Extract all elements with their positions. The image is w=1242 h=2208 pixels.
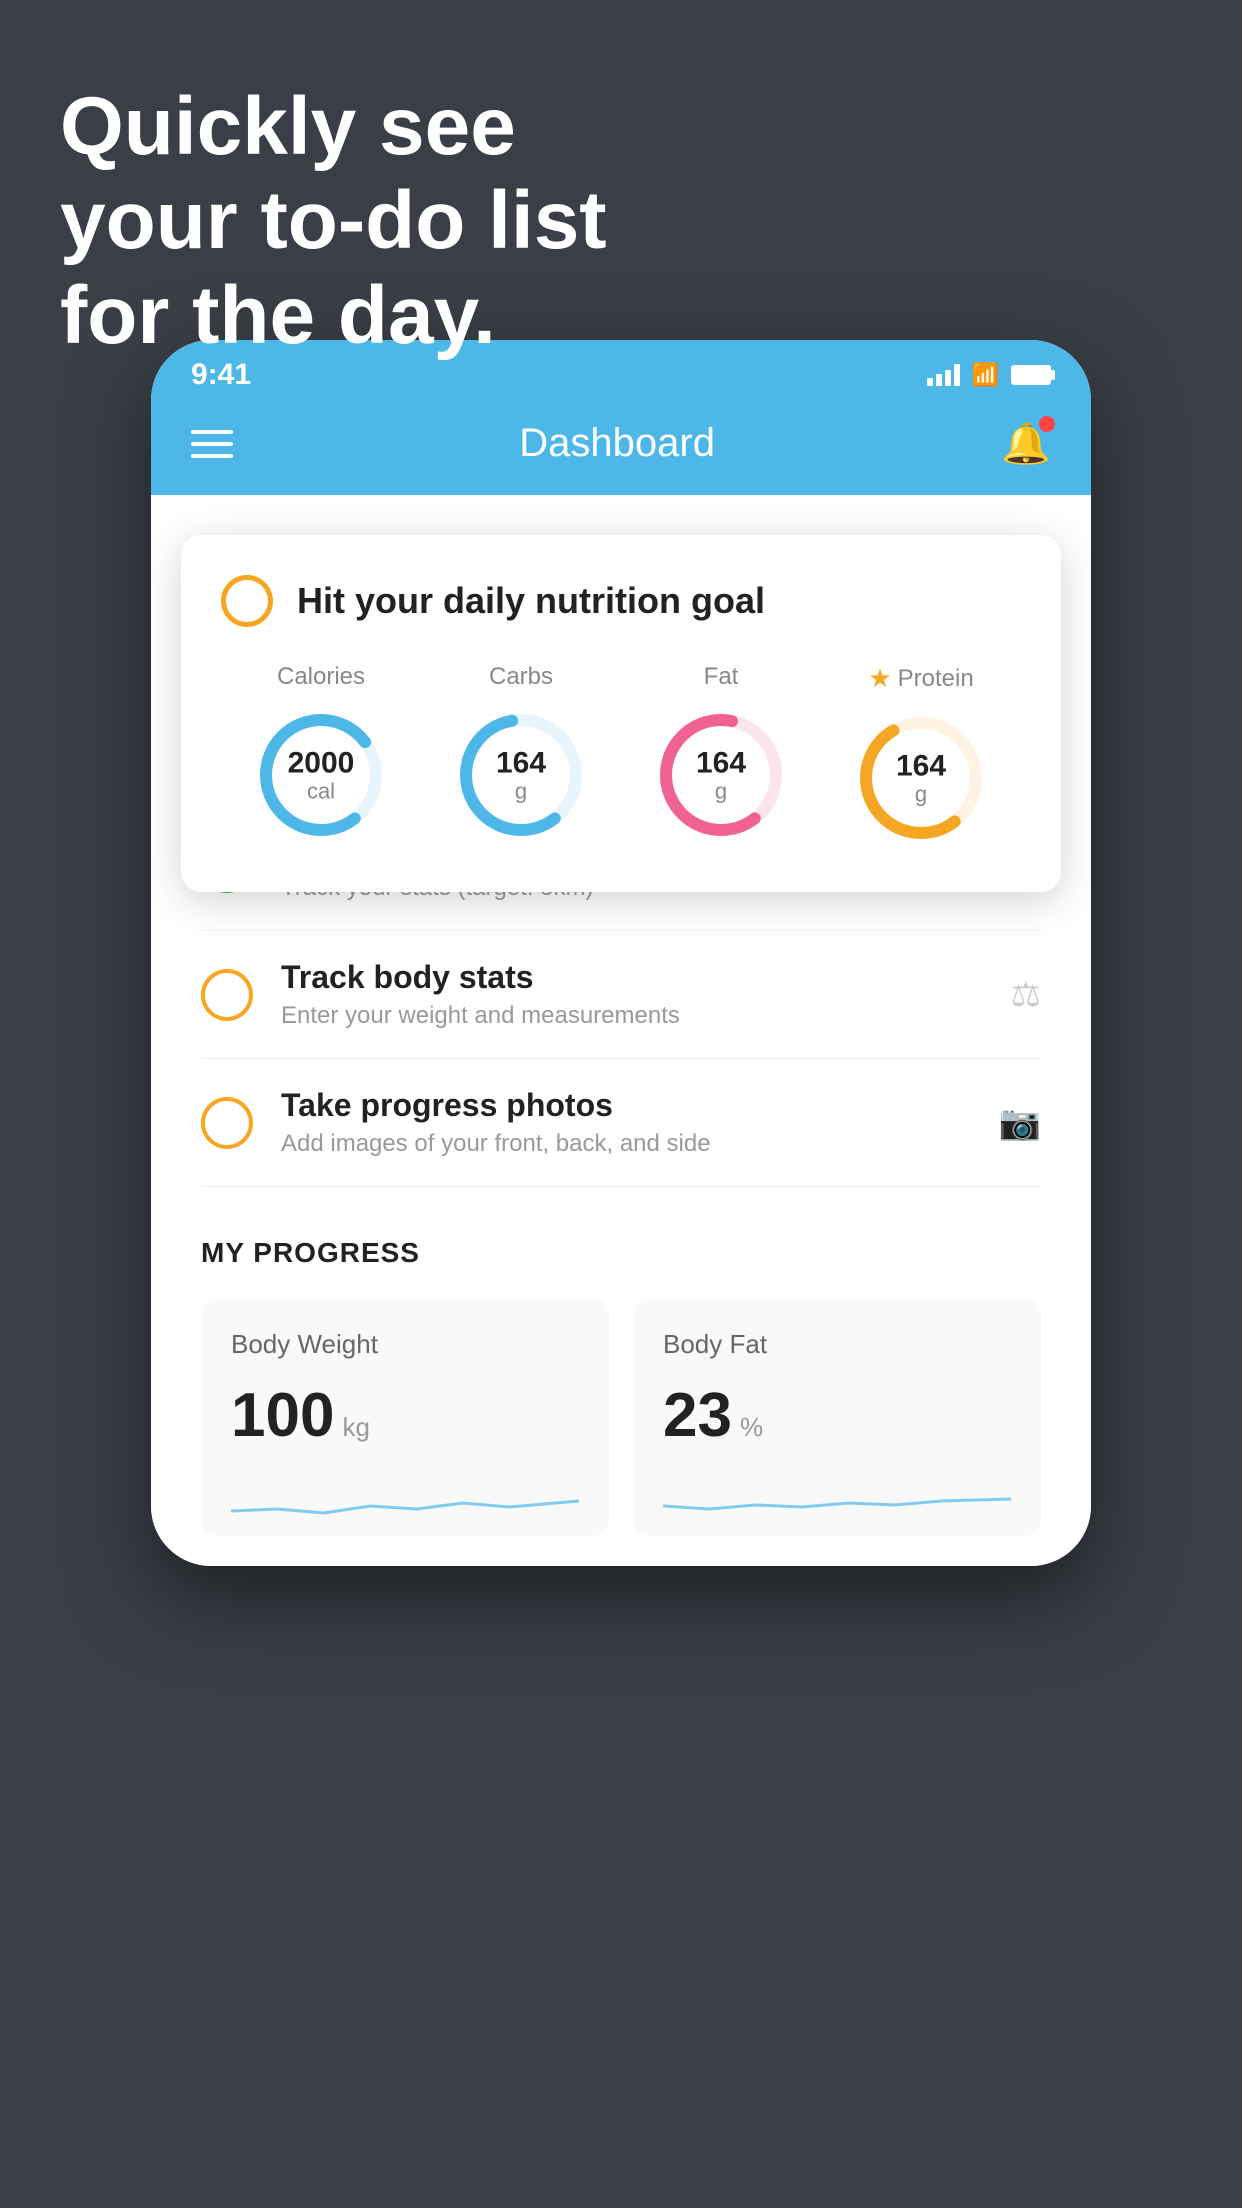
- protein-label: ★ Protein: [868, 663, 973, 694]
- body-weight-sparkline: [231, 1471, 579, 1531]
- body-fat-sparkline: [663, 1471, 1011, 1531]
- body-fat-unit: %: [740, 1412, 763, 1443]
- nutrition-check-circle: [221, 575, 273, 627]
- calories-value-center: 2000 cal: [288, 746, 355, 803]
- signal-icon: [927, 364, 960, 386]
- protein-value-center: 164 g: [896, 749, 946, 806]
- fat-value-center: 164 g: [696, 746, 746, 803]
- photos-subtitle: Add images of your front, back, and side: [281, 1130, 971, 1158]
- carbs-donut: 164 g: [451, 705, 591, 845]
- status-time: 9:41: [191, 358, 251, 392]
- nav-bar: Dashboard 🔔: [151, 402, 1091, 495]
- calories-label: Calories: [277, 663, 365, 691]
- protein-value: 164: [896, 749, 946, 782]
- body-fat-value-row: 23 %: [663, 1380, 1011, 1451]
- photos-check-circle: [201, 1097, 253, 1149]
- headline-line2: your to-do list: [60, 175, 607, 266]
- body-fat-card[interactable]: Body Fat 23 %: [633, 1299, 1041, 1536]
- body-weight-number: 100: [231, 1380, 334, 1451]
- body-weight-label: Body Weight: [231, 1329, 579, 1360]
- protein-unit: g: [896, 782, 946, 806]
- todo-item-progress-photos[interactable]: Take progress photos Add images of your …: [201, 1059, 1041, 1187]
- calories-donut: 2000 cal: [251, 705, 391, 845]
- headline-text: Quickly see your to-do list for the day.: [60, 80, 607, 363]
- status-icons: 📶: [927, 362, 1051, 388]
- hamburger-menu-button[interactable]: [191, 430, 233, 458]
- fat-label: Fat: [704, 663, 739, 691]
- fat-value: 164: [696, 746, 746, 779]
- carbs-unit: g: [496, 779, 546, 803]
- photos-title: Take progress photos: [281, 1087, 971, 1124]
- photos-text: Take progress photos Add images of your …: [281, 1087, 971, 1158]
- body-stats-title: Track body stats: [281, 959, 983, 996]
- todo-item-body-stats[interactable]: Track body stats Enter your weight and m…: [201, 931, 1041, 1059]
- progress-cards-row: Body Weight 100 kg Body Fat 23 %: [201, 1299, 1041, 1536]
- body-weight-unit: kg: [342, 1412, 369, 1443]
- progress-section-title: MY PROGRESS: [201, 1237, 1041, 1269]
- scale-icon: ⚖: [1011, 975, 1041, 1015]
- calories-unit: cal: [288, 779, 355, 803]
- calories-value: 2000: [288, 746, 355, 779]
- fat-unit: g: [696, 779, 746, 803]
- battery-icon: [1011, 365, 1051, 385]
- macro-carbs: Carbs 164 g: [451, 663, 591, 845]
- carbs-label: Carbs: [489, 663, 553, 691]
- macro-protein: ★ Protein 164 g: [851, 663, 991, 848]
- macros-row: Calories 2000 cal Carbs: [221, 663, 1021, 848]
- wifi-icon: 📶: [972, 362, 999, 388]
- body-weight-card[interactable]: Body Weight 100 kg: [201, 1299, 609, 1536]
- protein-star-icon: ★: [868, 663, 891, 694]
- headline-line3: for the day.: [60, 270, 496, 361]
- phone-mockup: 9:41 📶 Dashboard 🔔 THINGS TO DO TODAY Hi…: [151, 340, 1091, 1566]
- carbs-value-center: 164 g: [496, 746, 546, 803]
- carbs-value: 164: [496, 746, 546, 779]
- nutrition-card-title: Hit your daily nutrition goal: [297, 580, 765, 622]
- nutrition-card-header: Hit your daily nutrition goal: [221, 575, 1021, 627]
- main-content: THINGS TO DO TODAY Hit your daily nutrit…: [151, 495, 1091, 1566]
- macro-calories: Calories 2000 cal: [251, 663, 391, 845]
- protein-donut: 164 g: [851, 708, 991, 848]
- nutrition-card[interactable]: Hit your daily nutrition goal Calories 2…: [181, 535, 1061, 892]
- progress-section: MY PROGRESS Body Weight 100 kg Body Fat: [151, 1187, 1091, 1566]
- notification-bell-button[interactable]: 🔔: [1001, 420, 1051, 467]
- macro-fat: Fat 164 g: [651, 663, 791, 845]
- headline-line1: Quickly see: [60, 81, 516, 172]
- body-stats-text: Track body stats Enter your weight and m…: [281, 959, 983, 1030]
- fat-donut: 164 g: [651, 705, 791, 845]
- body-fat-number: 23: [663, 1380, 732, 1451]
- nav-title: Dashboard: [519, 421, 715, 466]
- body-stats-subtitle: Enter your weight and measurements: [281, 1002, 983, 1030]
- body-fat-label: Body Fat: [663, 1329, 1011, 1360]
- camera-icon: 📷: [999, 1103, 1041, 1143]
- body-weight-value-row: 100 kg: [231, 1380, 579, 1451]
- notification-dot: [1039, 416, 1055, 432]
- body-stats-check-circle: [201, 969, 253, 1021]
